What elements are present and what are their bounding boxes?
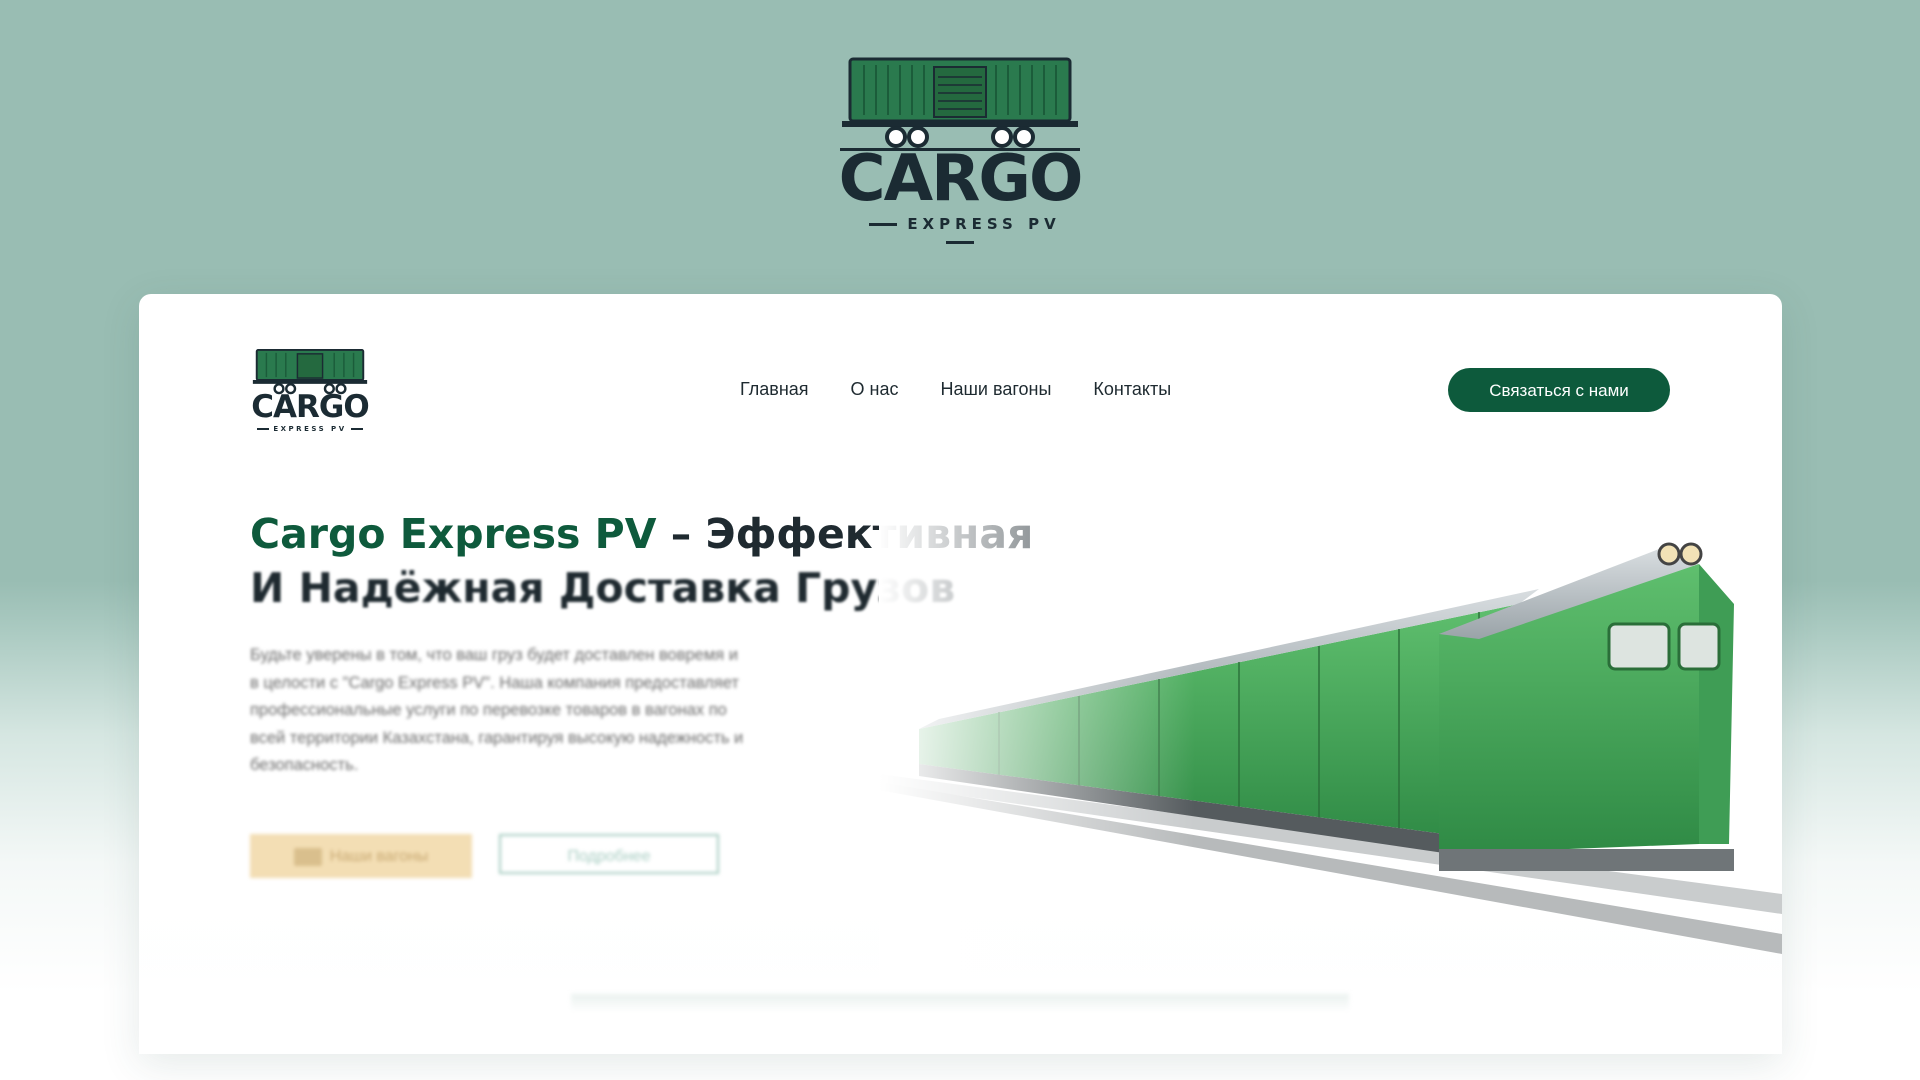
main-nav: Главная О нас Наши вагоны Контакты [740,374,1213,404]
logo-subline: EXPRESS PV [836,215,1084,251]
section-divider [571,994,1349,1012]
wagon-icon [293,847,322,866]
nav-item-home[interactable]: Главная [740,374,809,404]
freight-train-image [879,514,1782,994]
nav-logo-wordmark: CARGO [251,389,369,425]
top-logo: CARGO EXPRESS PV [836,55,1084,233]
our-wagons-button[interactable]: Наши вагоны [250,834,472,878]
nav-logo[interactable]: CARGO EXPRESS PV [250,349,370,434]
website-preview: CARGO EXPRESS PV Главная О нас Наши ваго… [139,294,1782,1054]
boxcar-icon [840,57,1080,151]
nav-logo-subline: EXPRESS PV [250,425,370,433]
nav-item-wagons[interactable]: Наши вагоны [940,374,1051,404]
logo-wordmark: CARGO [838,142,1084,216]
nav-item-contacts[interactable]: Контакты [1093,374,1171,404]
contact-us-button[interactable]: Связаться с нами [1448,368,1670,412]
hero-description: Будьте уверены в том, что ваш груз будет… [250,646,744,774]
our-wagons-label: Наши вагоны [329,848,429,865]
nav-item-about[interactable]: О нас [851,374,899,404]
more-button[interactable]: Подробнее [499,834,719,874]
headline-brand: Cargo Express PV [250,510,657,558]
